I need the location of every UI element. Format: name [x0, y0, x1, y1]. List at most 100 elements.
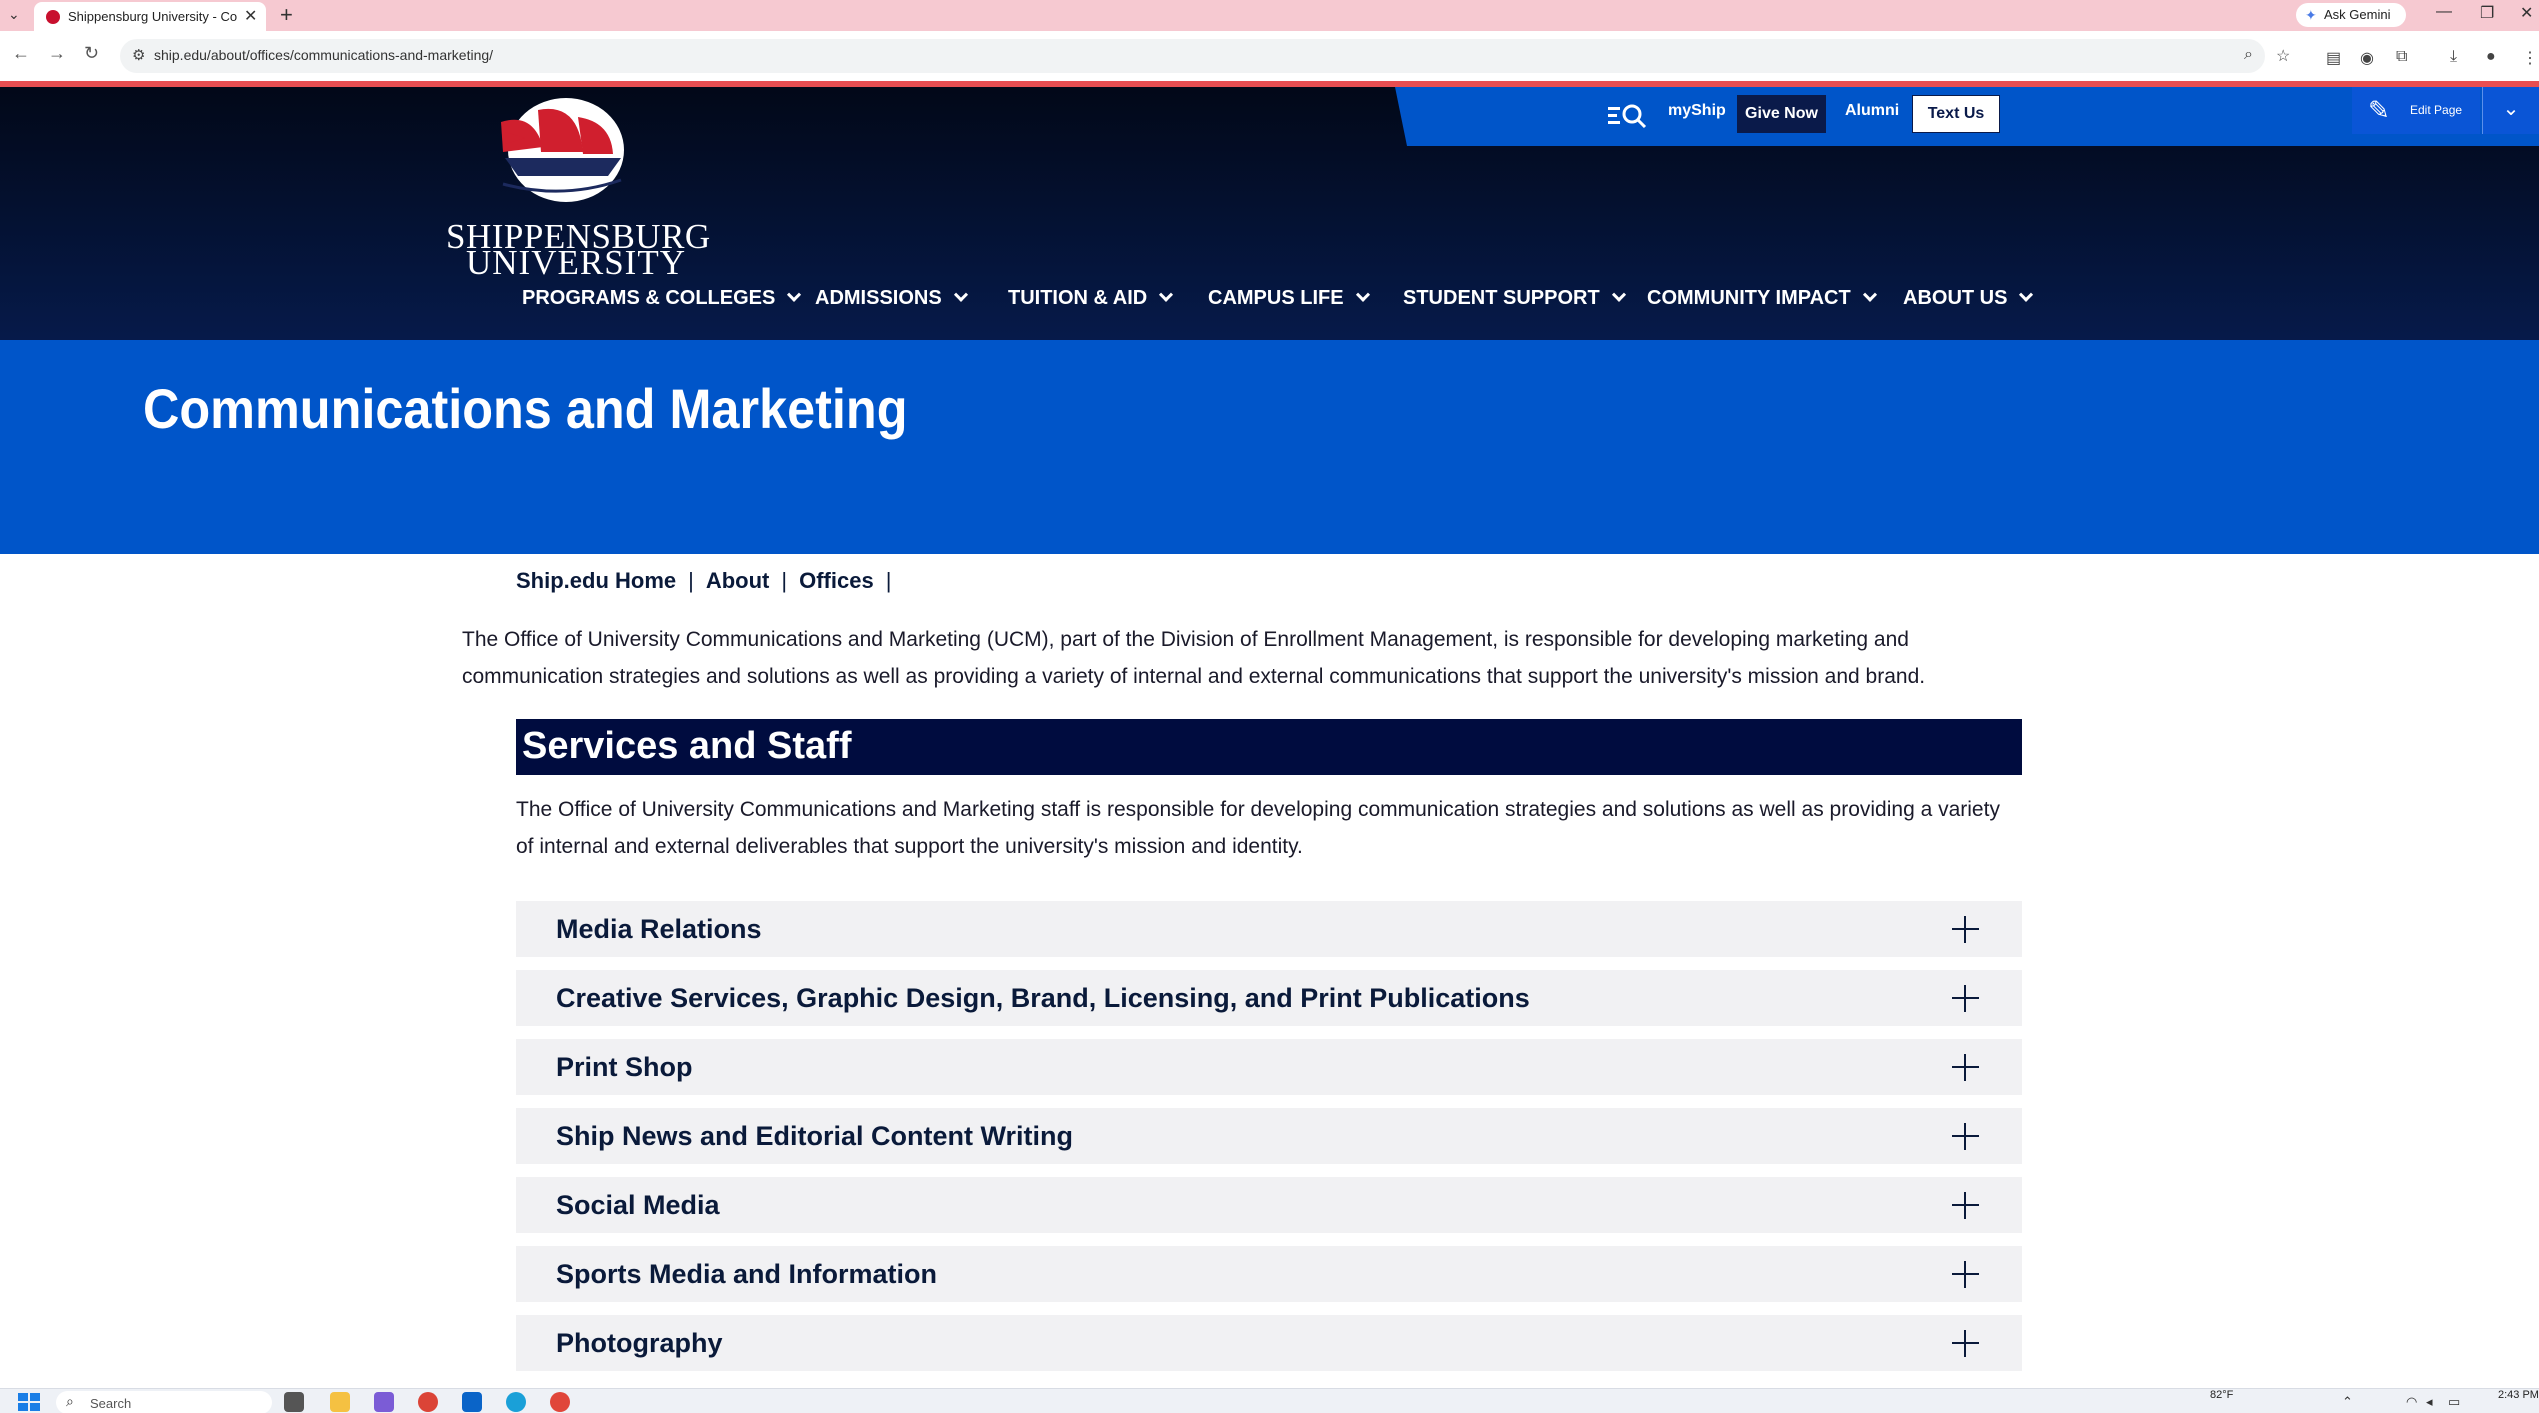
breadcrumb-about-link[interactable]: About — [706, 568, 770, 593]
nav-programs-colleges[interactable]: PROGRAMS & COLLEGES — [522, 287, 802, 310]
weather-temperature[interactable]: 82°F — [2210, 1389, 2233, 1401]
nav-label: CAMPUS LIFE — [1208, 287, 1344, 309]
accordion-item-sports-media[interactable]: Sports Media and Information — [516, 1246, 2022, 1302]
nav-admissions[interactable]: ADMISSIONS — [815, 287, 968, 310]
site-header: myShip Give Now Alumni Text Us ✎ Edit Pa… — [0, 87, 2539, 340]
chrome-icon[interactable] — [418, 1392, 438, 1412]
main-navigation: PROGRAMS & COLLEGES ADMISSIONS TUITION &… — [0, 287, 2539, 327]
password-manager-icon[interactable]: ◉ — [2360, 48, 2374, 68]
file-explorer-icon[interactable] — [330, 1392, 350, 1412]
edit-page-dropdown-chevron-icon[interactable]: ⌄ — [2482, 87, 2539, 134]
nav-tuition-aid[interactable]: TUITION & AID — [1008, 287, 1174, 310]
accordion-item-ship-news[interactable]: Ship News and Editorial Content Writing — [516, 1108, 2022, 1164]
breadcrumb-offices-link[interactable]: Offices — [799, 568, 874, 593]
window-close-button[interactable]: ✕ — [2520, 3, 2533, 23]
windows-start-icon[interactable] — [18, 1393, 40, 1411]
give-now-button[interactable]: Give Now — [1737, 95, 1826, 133]
tray-chevron-up-icon[interactable]: ⌃ — [2342, 1394, 2353, 1410]
extensions-icon[interactable]: ⧉ — [2396, 48, 2407, 66]
tab-title: Shippensburg University - Com — [68, 9, 238, 24]
nav-label: TUITION & AID — [1008, 287, 1148, 309]
accordion-item-media-relations[interactable]: Media Relations — [516, 901, 2022, 957]
outlook-icon[interactable] — [462, 1392, 482, 1412]
restore-button[interactable]: ❐ — [2480, 3, 2494, 23]
accordion-label: Sports Media and Information — [556, 1259, 938, 1289]
browser-menu-icon[interactable]: ⋮ — [2522, 48, 2538, 68]
url-text[interactable]: ship.edu/about/offices/communications-an… — [154, 47, 493, 63]
reload-icon[interactable]: ↻ — [84, 43, 99, 64]
taskbar-clock[interactable]: 2:43 PM — [2498, 1389, 2539, 1401]
accordion-label: Creative Services, Graphic Design, Brand… — [556, 983, 1530, 1013]
plus-icon[interactable] — [1952, 1261, 1979, 1288]
bookmark-star-icon[interactable]: ☆ — [2276, 46, 2290, 66]
nav-label: COMMUNITY IMPACT — [1647, 287, 1851, 309]
menu-search-icon[interactable] — [1608, 101, 1648, 129]
teams-icon[interactable] — [374, 1392, 394, 1412]
accordion-item-photography[interactable]: Photography — [516, 1315, 2022, 1371]
plus-icon[interactable] — [1952, 985, 1979, 1012]
address-bar[interactable]: ⚙ ship.edu/about/offices/communications-… — [120, 39, 2290, 73]
nav-label: ADMISSIONS — [815, 287, 942, 309]
nav-label: STUDENT SUPPORT — [1403, 287, 1600, 309]
nav-about-us[interactable]: ABOUT US — [1903, 287, 2034, 310]
nav-label: ABOUT US — [1903, 287, 2008, 309]
battery-icon[interactable]: ▭ — [2448, 1394, 2460, 1410]
reading-mode-icon[interactable]: ▤ — [2326, 48, 2341, 68]
plus-icon[interactable] — [1952, 916, 1979, 943]
chevron-down-icon — [2019, 287, 2034, 302]
breadcrumb-separator: | — [781, 568, 788, 593]
chevron-down-icon — [1611, 287, 1626, 302]
forward-arrow-icon[interactable]: → — [48, 43, 66, 64]
alumni-link[interactable]: Alumni — [1845, 102, 1899, 120]
tab-search-chevron-icon[interactable]: ⌄ — [8, 6, 26, 24]
accordion-label: Photography — [556, 1328, 723, 1358]
plus-icon[interactable] — [1952, 1123, 1979, 1150]
breadcrumb: Ship.edu Home | About | Offices | — [516, 568, 903, 594]
nav-student-support[interactable]: STUDENT SUPPORT — [1403, 287, 1626, 310]
taskbar-search-box[interactable]: ⌕ Search — [56, 1391, 272, 1413]
wifi-icon[interactable]: ◠ — [2406, 1394, 2417, 1410]
chevron-down-icon — [1862, 287, 1877, 302]
breadcrumb-home-link[interactable]: Ship.edu Home — [516, 568, 676, 593]
profile-avatar-icon[interactable]: ● — [2486, 48, 2496, 66]
windows-taskbar: ⌕ Search 82°F ⌃ ◠ ◂ ▭ 2:43 PM — [0, 1388, 2539, 1413]
section-description: The Office of University Communications … — [516, 798, 2000, 858]
new-tab-button[interactable]: + — [280, 2, 293, 28]
zoom-icon[interactable]: ⌕ — [2244, 46, 2253, 64]
chrome-profile-icon[interactable] — [550, 1392, 570, 1412]
plus-icon[interactable] — [1952, 1054, 1979, 1081]
accordion-item-print-shop[interactable]: Print Shop — [516, 1039, 2022, 1095]
chevron-down-icon — [953, 287, 968, 302]
downloads-icon[interactable]: ⤓ — [2450, 48, 2457, 66]
page-hero: Communications and Marketing — [0, 340, 2539, 554]
volume-icon[interactable]: ◂ — [2426, 1394, 2433, 1410]
nav-label: PROGRAMS & COLLEGES — [522, 287, 776, 309]
logo-wordmark-line2[interactable]: UNIVERSITY — [466, 243, 686, 283]
browser-tab-bar: ⌄ Shippensburg University - Com ✕ + ✦ As… — [0, 0, 2539, 31]
accordion-item-creative-services[interactable]: Creative Services, Graphic Design, Brand… — [516, 970, 2022, 1026]
accordion-label: Ship News and Editorial Content Writing — [556, 1121, 1074, 1151]
edit-page-button[interactable]: ✎ Edit Page — [2352, 87, 2480, 134]
nav-community-impact[interactable]: COMMUNITY IMPACT — [1647, 287, 1877, 310]
back-arrow-icon[interactable]: ← — [12, 43, 30, 64]
text-us-button[interactable]: Text Us — [1912, 95, 2000, 133]
nav-campus-life[interactable]: CAMPUS LIFE — [1208, 287, 1370, 310]
browser-tab[interactable]: Shippensburg University - Com ✕ — [34, 2, 266, 31]
plus-icon[interactable] — [1952, 1330, 1979, 1357]
chevron-down-icon — [787, 287, 802, 302]
ask-gemini-button[interactable]: ✦ Ask Gemini — [2296, 3, 2406, 27]
accordion-label: Print Shop — [556, 1052, 693, 1082]
edge-icon[interactable] — [506, 1392, 526, 1412]
site-info-icon[interactable]: ⚙ — [132, 46, 145, 64]
accordion-item-social-media[interactable]: Social Media — [516, 1177, 2022, 1233]
minimize-button[interactable]: — — [2436, 3, 2452, 21]
ask-gemini-label: Ask Gemini — [2324, 7, 2391, 22]
plus-icon[interactable] — [1952, 1192, 1979, 1219]
tab-close-icon[interactable]: ✕ — [244, 6, 257, 26]
chevron-down-icon — [1355, 287, 1370, 302]
pencil-icon: ✎ — [2368, 95, 2390, 125]
section-title: Services and Staff — [522, 725, 852, 767]
task-view-icon[interactable] — [284, 1392, 304, 1412]
myship-link[interactable]: myShip — [1668, 102, 1726, 120]
intro-paragraph: The Office of University Communications … — [462, 628, 1926, 688]
